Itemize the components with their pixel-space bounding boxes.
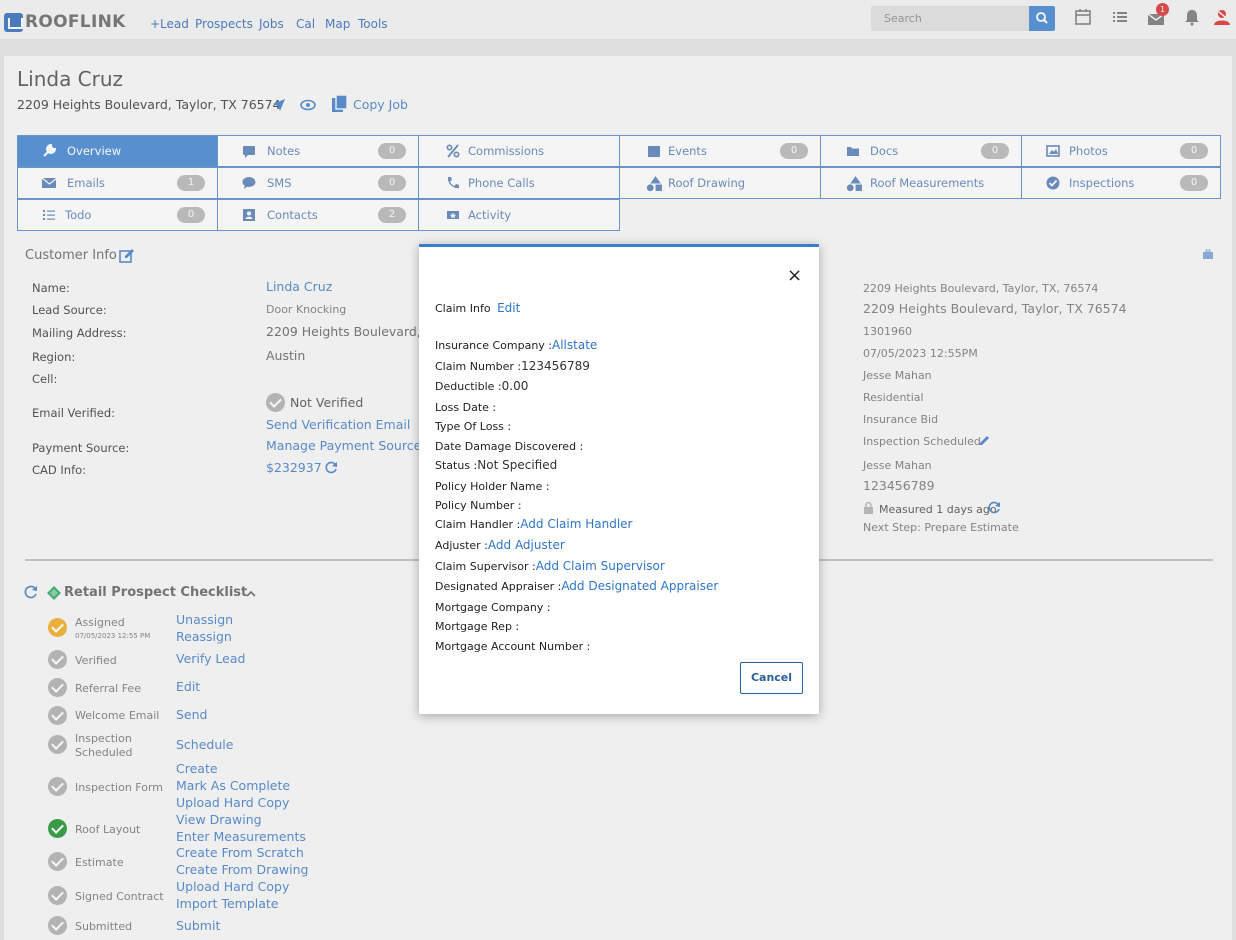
status-value: Not Specified (477, 458, 558, 472)
add-adjuster-link[interactable]: Add Adjuster (488, 538, 565, 552)
adjuster-row: Adjuster :Add Adjuster (435, 538, 565, 552)
deductible-row: Deductible :0.00 (435, 379, 528, 393)
cancel-button[interactable]: Cancel (740, 662, 803, 694)
add-appraiser-link[interactable]: Add Designated Appraiser (561, 579, 718, 593)
insurance-company-row: Insurance Company :Allstate (435, 338, 597, 352)
mortgage-rep-label: Mortgage Rep : (435, 620, 520, 633)
insurance-company-label: Insurance Company : (435, 339, 552, 352)
claim-edit-link[interactable]: Edit (497, 301, 520, 315)
claim-supervisor-label: Claim Supervisor : (435, 560, 536, 573)
claim-info-title: Claim Info (435, 302, 491, 315)
claim-info-modal: × Claim Info Edit Insurance Company :All… (419, 244, 819, 714)
deductible-value: 0.00 (501, 379, 529, 393)
type-of-loss-label: Type Of Loss : (435, 420, 512, 433)
mortgage-company-label: Mortgage Company : (435, 601, 551, 614)
appraiser-label: Designated Appraiser : (435, 580, 562, 593)
policy-number-label: Policy Number : (435, 499, 522, 512)
mortgage-account-label: Mortgage Account Number : (435, 640, 591, 653)
adjuster-label: Adjuster : (435, 539, 488, 552)
add-claim-supervisor-link[interactable]: Add Claim Supervisor (536, 559, 665, 573)
insurance-company-link[interactable]: Allstate (552, 338, 597, 352)
claim-info-header: Claim Info Edit (435, 301, 520, 315)
deductible-label: Deductible : (435, 380, 502, 393)
appraiser-row: Designated Appraiser :Add Designated App… (435, 579, 718, 593)
close-button[interactable]: × (787, 265, 802, 286)
claim-number-row: Claim Number :123456789 (435, 359, 590, 373)
claim-number-value: 123456789 (521, 359, 590, 373)
status-label: Status : (435, 459, 478, 472)
policy-holder-label: Policy Holder Name : (435, 480, 550, 493)
loss-date-label: Loss Date : (435, 401, 497, 414)
add-claim-handler-link[interactable]: Add Claim Handler (520, 517, 632, 531)
claim-handler-label: Claim Handler : (435, 518, 521, 531)
claim-supervisor-row: Claim Supervisor :Add Claim Supervisor (435, 559, 665, 573)
claim-handler-row: Claim Handler :Add Claim Handler (435, 517, 632, 531)
status-row: Status :Not Specified (435, 458, 557, 472)
date-damage-label: Date Damage Discovered : (435, 440, 584, 453)
claim-number-label: Claim Number : (435, 360, 522, 373)
